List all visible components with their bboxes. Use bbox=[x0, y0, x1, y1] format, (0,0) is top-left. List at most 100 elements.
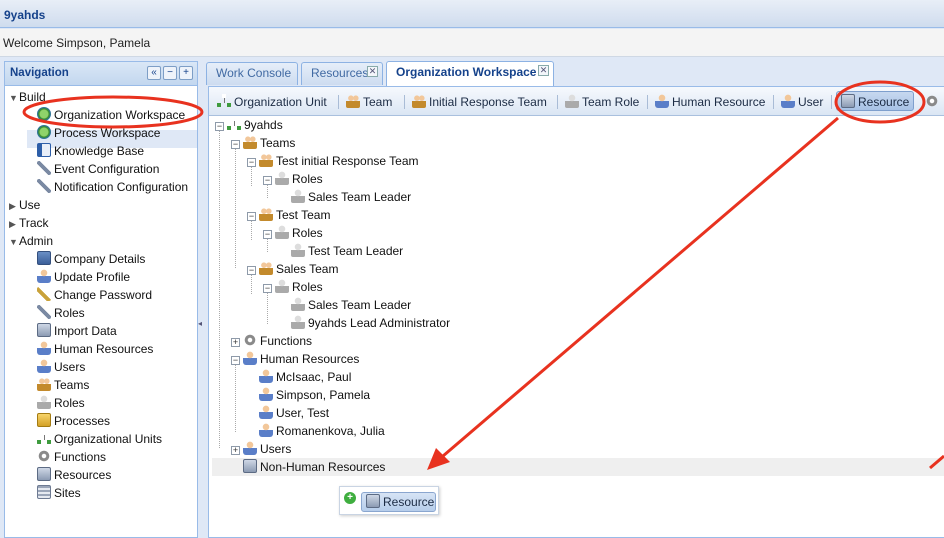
close-icon[interactable]: ✕ bbox=[367, 66, 378, 77]
nav-section-build[interactable]: ▼Build bbox=[9, 88, 46, 106]
tree-node-human-resource[interactable]: McIsaac, Paul bbox=[259, 368, 351, 386]
add-team-role-button[interactable]: Team Role bbox=[563, 92, 639, 112]
grey-person-icon bbox=[291, 297, 305, 311]
nav-item-sites[interactable]: Sites bbox=[37, 484, 81, 502]
tree-node-teams[interactable]: − Teams bbox=[231, 134, 295, 152]
tree-node-non-human-resources[interactable]: Non-Human Resources bbox=[243, 458, 385, 476]
team-icon bbox=[243, 135, 257, 149]
tree-node-human-resource[interactable]: Romanenkova, Julia bbox=[259, 422, 385, 440]
person-icon bbox=[243, 441, 257, 455]
person-icon bbox=[37, 341, 51, 355]
tree-node-team[interactable]: − Test initial Response Team bbox=[247, 152, 419, 170]
add-team-button[interactable]: Team bbox=[344, 92, 392, 112]
tree-node-roles[interactable]: − Roles bbox=[263, 224, 323, 242]
nav-item-processes[interactable]: Processes bbox=[37, 412, 110, 430]
nav-item-process-workspace[interactable]: Process Workspace bbox=[37, 124, 160, 142]
add-initial-response-team-button[interactable]: Initial Response Team bbox=[410, 92, 547, 112]
collapse-toggle[interactable]: − bbox=[231, 140, 240, 149]
collapse-toggle[interactable]: − bbox=[215, 122, 224, 131]
close-icon[interactable]: ✕ bbox=[538, 65, 549, 76]
nav-item-company-details[interactable]: Company Details bbox=[37, 250, 145, 268]
tab-strip: Work Console Resources ✕ Organization Wor… bbox=[204, 58, 944, 86]
globe-icon bbox=[37, 125, 51, 139]
team-icon bbox=[259, 153, 273, 167]
tree-node-role[interactable]: Sales Team Leader bbox=[291, 296, 411, 314]
tree-node-users[interactable]: + Users bbox=[231, 440, 291, 458]
nav-item-import-data[interactable]: Import Data bbox=[37, 322, 117, 340]
nav-item-human-resources[interactable]: Human Resources bbox=[37, 340, 153, 358]
nav-item-organizational-units[interactable]: Organizational Units bbox=[37, 430, 162, 448]
collapse-toggle[interactable]: − bbox=[263, 230, 272, 239]
tree-node-team[interactable]: − Test Team bbox=[247, 206, 330, 224]
tree-node-human-resource[interactable]: Simpson, Pamela bbox=[259, 386, 370, 404]
grey-person-icon bbox=[37, 395, 51, 409]
collapse-toggle[interactable]: − bbox=[247, 212, 256, 221]
person-icon bbox=[37, 269, 51, 283]
box-icon bbox=[37, 413, 51, 427]
add-organization-unit-button[interactable]: Organization Unit bbox=[215, 92, 327, 112]
navigation-header: Navigation « − + bbox=[5, 62, 197, 86]
panel-splitter[interactable]: ◂ bbox=[198, 61, 204, 538]
nav-item-users[interactable]: Users bbox=[37, 358, 85, 376]
tree-node-roles[interactable]: − Roles bbox=[263, 170, 323, 188]
tab-resources[interactable]: Resources ✕ bbox=[301, 62, 383, 85]
nav-item-notification-configuration[interactable]: Notification Configuration bbox=[37, 178, 188, 196]
nav-item-functions[interactable]: Functions bbox=[37, 448, 106, 466]
dragged-resource-button: Resource bbox=[361, 492, 436, 512]
tree-node-human-resource[interactable]: User, Test bbox=[259, 404, 329, 422]
team-icon bbox=[346, 94, 360, 108]
collapse-toggle[interactable]: − bbox=[247, 158, 256, 167]
nav-item-teams[interactable]: Teams bbox=[37, 376, 89, 394]
team-icon bbox=[37, 377, 51, 391]
nav-section-track[interactable]: ▶ Track bbox=[9, 214, 49, 232]
tree-node-roles[interactable]: − Roles bbox=[263, 278, 323, 296]
collapse-panel-button[interactable]: « bbox=[147, 66, 161, 80]
tree-node-root[interactable]: −9yahds bbox=[215, 116, 283, 134]
nav-item-admin-roles[interactable]: Roles bbox=[37, 394, 85, 412]
tab-work-console[interactable]: Work Console bbox=[206, 62, 298, 85]
nav-item-event-configuration[interactable]: Event Configuration bbox=[37, 160, 159, 178]
tree-node-role[interactable]: Sales Team Leader bbox=[291, 188, 411, 206]
navigation-title: Navigation bbox=[10, 67, 69, 79]
add-icon: + bbox=[344, 492, 356, 504]
toolbar-overflow-item[interactable] bbox=[923, 92, 942, 112]
nav-item-knowledge-base[interactable]: Knowledge Base bbox=[37, 142, 144, 160]
book-icon bbox=[37, 143, 51, 157]
expand-toggle[interactable]: + bbox=[231, 338, 240, 347]
person-icon bbox=[259, 387, 273, 401]
person-icon bbox=[655, 94, 669, 108]
nav-item-change-password[interactable]: Change Password bbox=[37, 286, 152, 304]
nav-item-organization-workspace[interactable]: Organization Workspace bbox=[37, 106, 185, 124]
collapse-toggle[interactable]: − bbox=[231, 356, 240, 365]
key-icon bbox=[37, 287, 51, 301]
tree-node-human-resources[interactable]: − Human Resources bbox=[231, 350, 359, 368]
add-resource-button[interactable]: Resource bbox=[836, 91, 915, 111]
add-user-button[interactable]: User bbox=[779, 92, 823, 112]
tree-node-team[interactable]: − Sales Team bbox=[247, 260, 338, 278]
add-human-resource-button[interactable]: Human Resource bbox=[653, 92, 765, 112]
nav-section-admin[interactable]: ▼Admin bbox=[9, 232, 53, 250]
tab-organization-workspace[interactable]: Organization Workspace ✕ bbox=[386, 61, 554, 86]
nav-item-roles[interactable]: Roles bbox=[37, 304, 85, 322]
expand-toggle[interactable]: + bbox=[231, 446, 240, 455]
building-icon bbox=[37, 485, 51, 499]
screen-icon bbox=[37, 323, 51, 337]
nav-item-resources[interactable]: Resources bbox=[37, 466, 111, 484]
grey-person-icon bbox=[291, 189, 305, 203]
toolbar-separator bbox=[557, 95, 558, 109]
computer-icon bbox=[37, 251, 51, 265]
expand-all-button[interactable]: + bbox=[179, 66, 193, 80]
collapse-all-button[interactable]: − bbox=[163, 66, 177, 80]
tree-node-role[interactable]: Test Team Leader bbox=[291, 242, 403, 260]
collapse-toggle[interactable]: − bbox=[247, 266, 256, 275]
nav-section-use[interactable]: ▶ Use bbox=[9, 196, 40, 214]
toolbar-separator bbox=[831, 95, 832, 109]
tree-node-functions[interactable]: + Functions bbox=[231, 332, 312, 350]
collapse-toggle[interactable]: − bbox=[263, 176, 272, 185]
nav-item-update-profile[interactable]: Update Profile bbox=[37, 268, 130, 286]
team-icon bbox=[259, 261, 273, 275]
collapse-toggle[interactable]: − bbox=[263, 284, 272, 293]
toolbar-separator bbox=[773, 95, 774, 109]
wrench-icon bbox=[37, 179, 51, 193]
tree-node-role[interactable]: 9yahds Lead Administrator bbox=[291, 314, 450, 332]
